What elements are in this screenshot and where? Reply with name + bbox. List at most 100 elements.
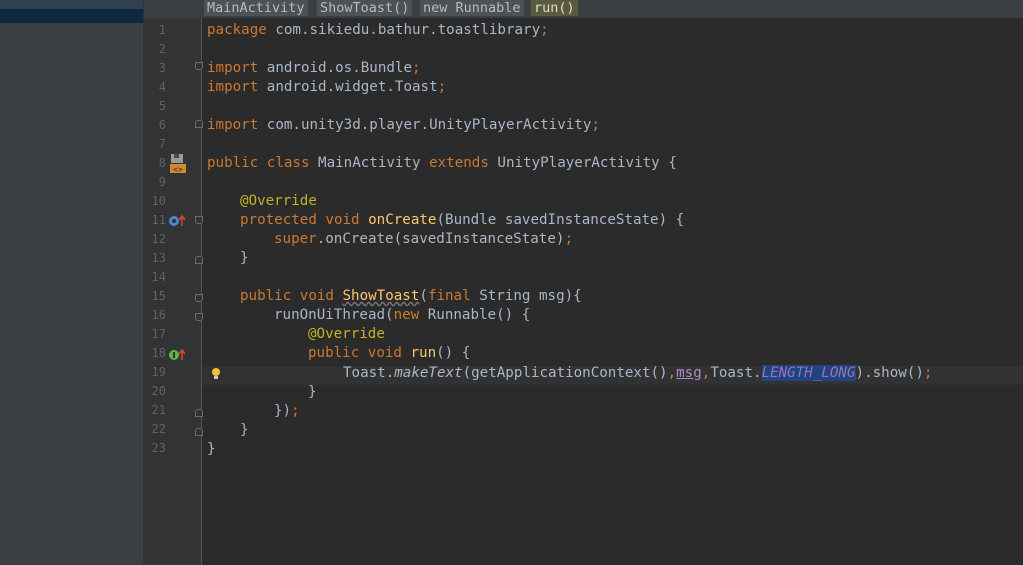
project-panel[interactable] bbox=[0, 0, 144, 565]
keyword: import bbox=[207, 117, 259, 133]
selected-constant[interactable]: LENGTH_LONG bbox=[761, 365, 856, 381]
semicolon: ; bbox=[291, 403, 300, 419]
keyword: public void bbox=[240, 288, 334, 304]
code-line[interactable]: import android.widget.Toast; bbox=[207, 78, 446, 97]
fold-marker-icon[interactable] bbox=[195, 294, 203, 302]
code-line[interactable]: } bbox=[308, 383, 317, 402]
code-line[interactable]: public void ShowToast(final String msg){ bbox=[240, 287, 582, 306]
semicolon: ; bbox=[923, 365, 933, 381]
semicolon: ; bbox=[540, 22, 549, 38]
breadcrumb-mainactivity[interactable]: MainActivity bbox=[204, 0, 308, 16]
code-line[interactable]: package com.sikiedu.bathur.toastlibrary; bbox=[207, 21, 549, 40]
code-line[interactable]: @Override bbox=[308, 325, 385, 344]
code-line[interactable]: import com.unity3d.player.UnityPlayerAct… bbox=[207, 116, 600, 135]
keyword: final bbox=[427, 288, 471, 304]
code-line[interactable]: import android.os.Bundle; bbox=[207, 59, 421, 78]
fold-marker-icon[interactable] bbox=[195, 256, 203, 264]
params: String msg){ bbox=[470, 288, 582, 304]
breadcrumb-showtoast[interactable]: ShowToast() bbox=[317, 0, 413, 16]
annotation: @Override bbox=[240, 193, 317, 209]
brace: }) bbox=[274, 403, 292, 419]
import-name: android.os.Bundle bbox=[258, 60, 412, 76]
brace: } bbox=[308, 384, 317, 400]
line-number: 1 bbox=[158, 23, 166, 37]
code-line[interactable]: runOnUiThread(new Runnable() { bbox=[274, 306, 530, 325]
paren: ( bbox=[419, 288, 428, 304]
code-line[interactable]: } bbox=[240, 421, 249, 440]
line-number: 22 bbox=[151, 422, 166, 436]
line-number: 23 bbox=[151, 441, 166, 455]
fold-marker-icon[interactable] bbox=[195, 428, 203, 436]
call: runOnUiThread( bbox=[274, 307, 394, 323]
class-name: MainActivity bbox=[309, 155, 430, 171]
class-ref: Toast. bbox=[343, 365, 395, 381]
fold-marker-icon[interactable] bbox=[195, 409, 203, 417]
line-number: 17 bbox=[151, 327, 166, 341]
code-line[interactable]: }); bbox=[274, 402, 300, 421]
code-line[interactable]: protected void onCreate(Bundle savedInst… bbox=[240, 211, 684, 230]
brace: } bbox=[240, 250, 249, 266]
comma: , bbox=[667, 365, 677, 381]
keyword: protected void bbox=[240, 212, 360, 228]
code-line[interactable]: } bbox=[240, 249, 249, 268]
method-name: onCreate bbox=[368, 212, 437, 228]
intention-bulb-icon[interactable] bbox=[210, 367, 222, 381]
call: (getApplicationContext() bbox=[462, 365, 668, 381]
keyword: package bbox=[207, 22, 267, 38]
line-number: 9 bbox=[158, 175, 166, 189]
keyword: public class bbox=[207, 155, 310, 171]
line-number: 7 bbox=[158, 137, 166, 151]
project-tree-item[interactable] bbox=[0, 0, 143, 9]
line-number: 13 bbox=[151, 251, 166, 265]
semicolon: ; bbox=[412, 60, 421, 76]
keyword: import bbox=[207, 79, 259, 95]
import-name: android.widget.Toast bbox=[258, 79, 438, 95]
line-number: 12 bbox=[151, 232, 166, 246]
param-msg: msg bbox=[676, 365, 702, 381]
line-number: 14 bbox=[151, 270, 166, 284]
static-method: makeText bbox=[394, 365, 463, 381]
line-number: 21 bbox=[151, 403, 166, 417]
line-number: 8 bbox=[158, 156, 166, 170]
line-number: 5 bbox=[158, 99, 166, 113]
brace: } bbox=[240, 422, 249, 438]
fold-marker-icon[interactable] bbox=[195, 216, 203, 224]
method-name: ShowToast bbox=[342, 288, 420, 304]
line-number: 20 bbox=[151, 384, 166, 398]
keyword: import bbox=[207, 60, 259, 76]
code-line[interactable]: public class MainActivity extends UnityP… bbox=[207, 154, 677, 173]
override-method-icon[interactable] bbox=[168, 214, 186, 228]
line-number: 6 bbox=[158, 118, 166, 132]
keyword: extends bbox=[429, 155, 489, 171]
code-line[interactable]: @Override bbox=[240, 192, 317, 211]
code-line[interactable]: super.onCreate(savedInstanceState); bbox=[274, 230, 573, 249]
package-name: com.sikiedu.bathur.toastlibrary bbox=[266, 22, 541, 38]
keyword: super bbox=[274, 231, 317, 247]
call: .onCreate(savedInstanceState) bbox=[316, 231, 565, 247]
params: () { bbox=[436, 345, 471, 361]
svg-text:<>: <> bbox=[173, 165, 183, 174]
line-number: 19 bbox=[151, 365, 166, 379]
breadcrumb: MainActivity ShowToast() new Runnable ru… bbox=[144, 0, 1023, 18]
line-number: 3 bbox=[158, 61, 166, 75]
line-number: 11 bbox=[151, 213, 166, 227]
class-file-icon[interactable]: <> bbox=[168, 153, 188, 175]
keyword: new bbox=[393, 307, 420, 323]
semicolon: ; bbox=[591, 117, 600, 133]
code-line[interactable]: public void run() { bbox=[308, 344, 470, 363]
import-name: com.unity3d.player.UnityPlayerActivity bbox=[258, 117, 592, 133]
annotation: @Override bbox=[308, 326, 385, 342]
fold-marker-icon[interactable] bbox=[195, 62, 203, 70]
fold-marker-icon[interactable] bbox=[195, 120, 203, 128]
line-number: 2 bbox=[158, 42, 166, 56]
code-line[interactable]: } bbox=[207, 440, 216, 459]
implement-method-icon[interactable] bbox=[168, 348, 186, 362]
project-tree-selected-item[interactable] bbox=[0, 9, 143, 23]
fold-marker-icon[interactable] bbox=[195, 313, 203, 321]
breadcrumb-new-runnable[interactable]: new Runnable bbox=[420, 0, 524, 16]
breadcrumb-run[interactable]: run() bbox=[531, 0, 578, 16]
type: Runnable() { bbox=[419, 307, 531, 323]
code-line[interactable]: Toast.makeText(getApplicationContext(),m… bbox=[343, 364, 932, 383]
method-name: run bbox=[410, 345, 437, 361]
keyword: public void bbox=[308, 345, 402, 361]
